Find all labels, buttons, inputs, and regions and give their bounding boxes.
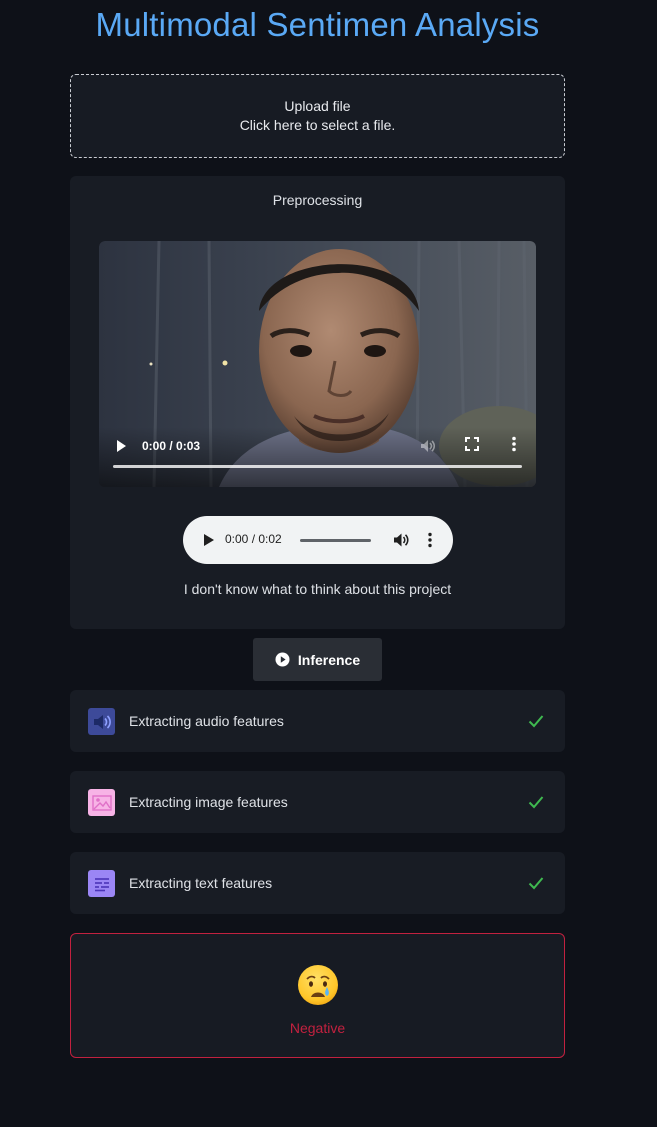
audio-play-icon[interactable] xyxy=(203,533,215,547)
fullscreen-icon[interactable] xyxy=(465,437,479,451)
step-label: Extracting text features xyxy=(129,875,273,891)
audio-time: 0:00 / 0:02 xyxy=(225,532,282,546)
video-play-icon[interactable] xyxy=(114,439,128,453)
image-icon xyxy=(88,789,115,816)
volume-muted-icon[interactable] xyxy=(419,437,437,455)
checkmark-icon xyxy=(528,796,544,809)
video-controls: 0:00 / 0:03 xyxy=(99,427,536,487)
video-more-options-icon[interactable] xyxy=(511,436,517,452)
video-progress-bar[interactable] xyxy=(113,465,522,468)
preprocessing-title: Preprocessing xyxy=(272,192,363,208)
video-player[interactable]: 0:00 / 0:03 xyxy=(99,241,536,487)
volume-icon[interactable] xyxy=(392,531,410,549)
upload-title: Upload file xyxy=(284,98,351,114)
inference-button[interactable]: Inference xyxy=(253,638,382,681)
step-audio-features: Extracting audio features xyxy=(70,690,565,752)
checkmark-icon xyxy=(528,877,544,890)
audio-progress-bar[interactable] xyxy=(300,539,371,542)
upload-hint: Click here to select a file. xyxy=(239,117,396,133)
inference-label: Inference xyxy=(297,651,361,668)
preprocessing-panel: Preprocessing 0:00 / 0:03 0:00 / 0:02 I … xyxy=(70,176,565,629)
page-title: Multimodal Sentimen Analysis xyxy=(95,6,540,43)
text-lines-icon xyxy=(88,870,115,897)
step-image-features: Extracting image features xyxy=(70,771,565,833)
step-label: Extracting image features xyxy=(129,794,288,810)
step-label: Extracting audio features xyxy=(129,713,284,729)
checkmark-icon xyxy=(528,715,544,728)
audio-player[interactable]: 0:00 / 0:02 xyxy=(183,516,453,564)
file-upload-dropzone[interactable]: Upload file Click here to select a file. xyxy=(70,74,565,158)
speaker-icon xyxy=(88,708,115,735)
play-circle-icon xyxy=(275,652,290,667)
crying-face-icon xyxy=(298,965,338,1005)
sentiment-result-card: Negative xyxy=(70,933,565,1058)
step-text-features: Extracting text features xyxy=(70,852,565,914)
video-time: 0:00 / 0:03 xyxy=(142,439,201,453)
sentiment-label: Negative xyxy=(289,1020,346,1036)
audio-more-options-icon[interactable] xyxy=(427,532,433,548)
transcript-text: I don't know what to think about this pr… xyxy=(183,581,452,597)
